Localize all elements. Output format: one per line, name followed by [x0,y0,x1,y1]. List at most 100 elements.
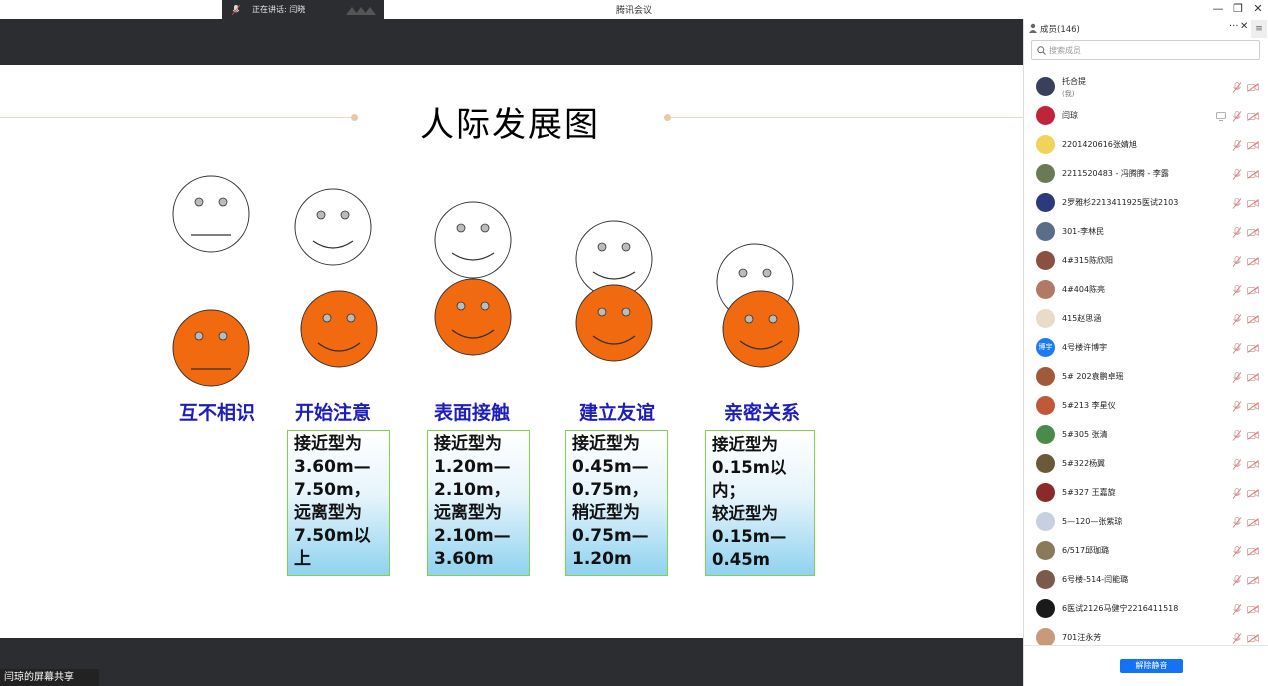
network-icon [346,7,376,15]
restore-button[interactable]: ❐ [1229,1,1247,17]
member-row[interactable]: 701汪永芳 [1024,624,1268,645]
camera-off-icon[interactable] [1247,373,1259,382]
camera-off-icon[interactable] [1247,460,1259,469]
member-row[interactable]: 5#213 李星仪 [1024,392,1268,421]
camera-off-icon[interactable] [1247,634,1259,643]
avatar [1036,599,1055,618]
member-row[interactable]: 5—120—张紫琼 [1024,508,1268,537]
member-name: 5#213 李星仪 [1062,401,1116,410]
camera-off-icon[interactable] [1247,170,1259,179]
member-search-box[interactable] [1031,40,1260,60]
member-name: 4号楼许博宇 [1062,343,1108,352]
member-row[interactable]: 5# 202袁鹏卓瑶 [1024,363,1268,392]
camera-off-icon[interactable] [1247,402,1259,411]
camera-off-icon[interactable] [1247,199,1259,208]
face-orange-3 [434,278,512,356]
mic-muted-icon[interactable] [1232,517,1242,528]
camera-off-icon[interactable] [1247,315,1259,324]
member-search-input[interactable] [1049,43,1249,57]
screen-share-tag: 闫琼的屏幕共享 [0,669,99,686]
avatar [1036,425,1055,444]
avatar: 博宇 [1036,338,1055,357]
member-name: 6号楼-514-闫能璐 [1062,575,1129,584]
camera-off-icon[interactable] [1247,547,1259,556]
camera-off-icon[interactable] [1247,576,1259,585]
face-outline-2 [294,188,372,266]
camera-off-icon[interactable] [1247,431,1259,440]
member-name: 701汪永芳 [1062,633,1102,642]
avatar [1036,135,1055,154]
mic-muted-icon[interactable] [1232,401,1242,412]
camera-off-icon[interactable] [1247,228,1259,237]
member-row[interactable]: 5#327 王嘉旋 [1024,479,1268,508]
member-row[interactable]: 301-李林民 [1024,218,1268,247]
mic-muted-icon[interactable] [1232,546,1242,557]
avatar [1036,396,1055,415]
member-row[interactable]: 5#322杨翼 [1024,450,1268,479]
member-name: 5#305 张清 [1062,430,1108,439]
mic-muted-icon[interactable] [1232,111,1242,122]
mic-muted-icon[interactable] [1232,604,1242,615]
avatar [1036,454,1055,473]
mic-muted-icon[interactable] [1232,372,1242,383]
member-row[interactable]: 2罗雅杉2213411925医试2103 [1024,189,1268,218]
mic-muted-icon[interactable] [1232,430,1242,441]
member-row[interactable]: 博宇 4号楼许博宇 [1024,334,1268,363]
close-panel-button[interactable]: ✕ [1240,21,1248,32]
close-window-button[interactable]: ✕ [1249,1,1267,17]
mic-muted-icon[interactable] [1232,169,1242,180]
avatar [1036,106,1055,125]
minimize-button[interactable]: — [1209,1,1227,17]
avatar [1036,222,1055,241]
camera-off-icon[interactable] [1247,518,1259,527]
camera-off-icon[interactable] [1247,605,1259,614]
mic-muted-icon[interactable] [1232,633,1242,644]
member-row[interactable]: 闫琼 [1024,102,1268,131]
mic-muted-icon[interactable] [1232,227,1242,238]
avatar [1036,483,1055,502]
distance-box-4: 接近型为 0.45m— 0.75m， 稍近型为 0.75m— 1.20m [565,430,668,576]
unmute-all-button[interactable]: 解除静音 [1120,659,1183,673]
camera-off-icon[interactable] [1247,112,1259,121]
member-row[interactable]: 4#315陈欣阳 [1024,247,1268,276]
more-options-button[interactable]: ··· [1229,21,1239,32]
member-row[interactable]: 6/517邱珈璐 [1024,537,1268,566]
camera-off-icon[interactable] [1247,489,1259,498]
distance-box-2: 接近型为 3.60m— 7.50m， 远离型为 7.50m以 上 [287,430,390,576]
mic-muted-icon[interactable] [1232,140,1242,151]
member-row[interactable]: 415赵思涵 [1024,305,1268,334]
stage-label-3: 表面接触 [433,402,510,424]
face-outline-3 [434,201,512,279]
face-orange-5 [722,290,800,368]
member-row[interactable]: 托合提 (我) [1024,73,1268,102]
camera-off-icon[interactable] [1247,141,1259,150]
avatar [1036,628,1055,645]
avatar [1036,512,1055,531]
mic-muted-icon[interactable] [1232,575,1242,586]
camera-off-icon[interactable] [1247,344,1259,353]
panel-toggle-button[interactable]: ≡ [1251,20,1267,38]
share-tag-label: 闫琼的屏幕共享 [4,672,74,683]
member-row[interactable]: 6医试2126马健宁2216411518 [1024,595,1268,624]
member-row[interactable]: 2201420616张婧旭 [1024,131,1268,160]
member-row[interactable]: 5#305 张清 [1024,421,1268,450]
camera-off-icon[interactable] [1247,83,1259,92]
avatar [1036,164,1055,183]
mic-muted-icon[interactable] [1232,198,1242,209]
mic-muted-icon[interactable] [1232,343,1242,354]
mic-muted-icon[interactable] [1232,314,1242,325]
avatar [1036,309,1055,328]
camera-off-icon[interactable] [1247,257,1259,266]
member-name: 5#327 王嘉旋 [1062,488,1116,497]
mic-muted-icon[interactable] [1232,488,1242,499]
mic-muted-icon[interactable] [1232,256,1242,267]
camera-off-icon[interactable] [1247,286,1259,295]
mic-muted-icon[interactable] [1232,459,1242,470]
app-title: 腾讯会议 [615,6,652,16]
mic-muted-icon[interactable] [1232,82,1242,93]
member-row[interactable]: 6号楼-514-闫能璐 [1024,566,1268,595]
member-row[interactable]: 2211520483 - 冯腾腾 - 李露 [1024,160,1268,189]
distance-box-5: 接近型为 0.15m以内； 较近型为 0.15m— 0.45m [705,430,815,576]
mic-muted-icon[interactable] [1232,285,1242,296]
member-row[interactable]: 4#404陈亮 [1024,276,1268,305]
